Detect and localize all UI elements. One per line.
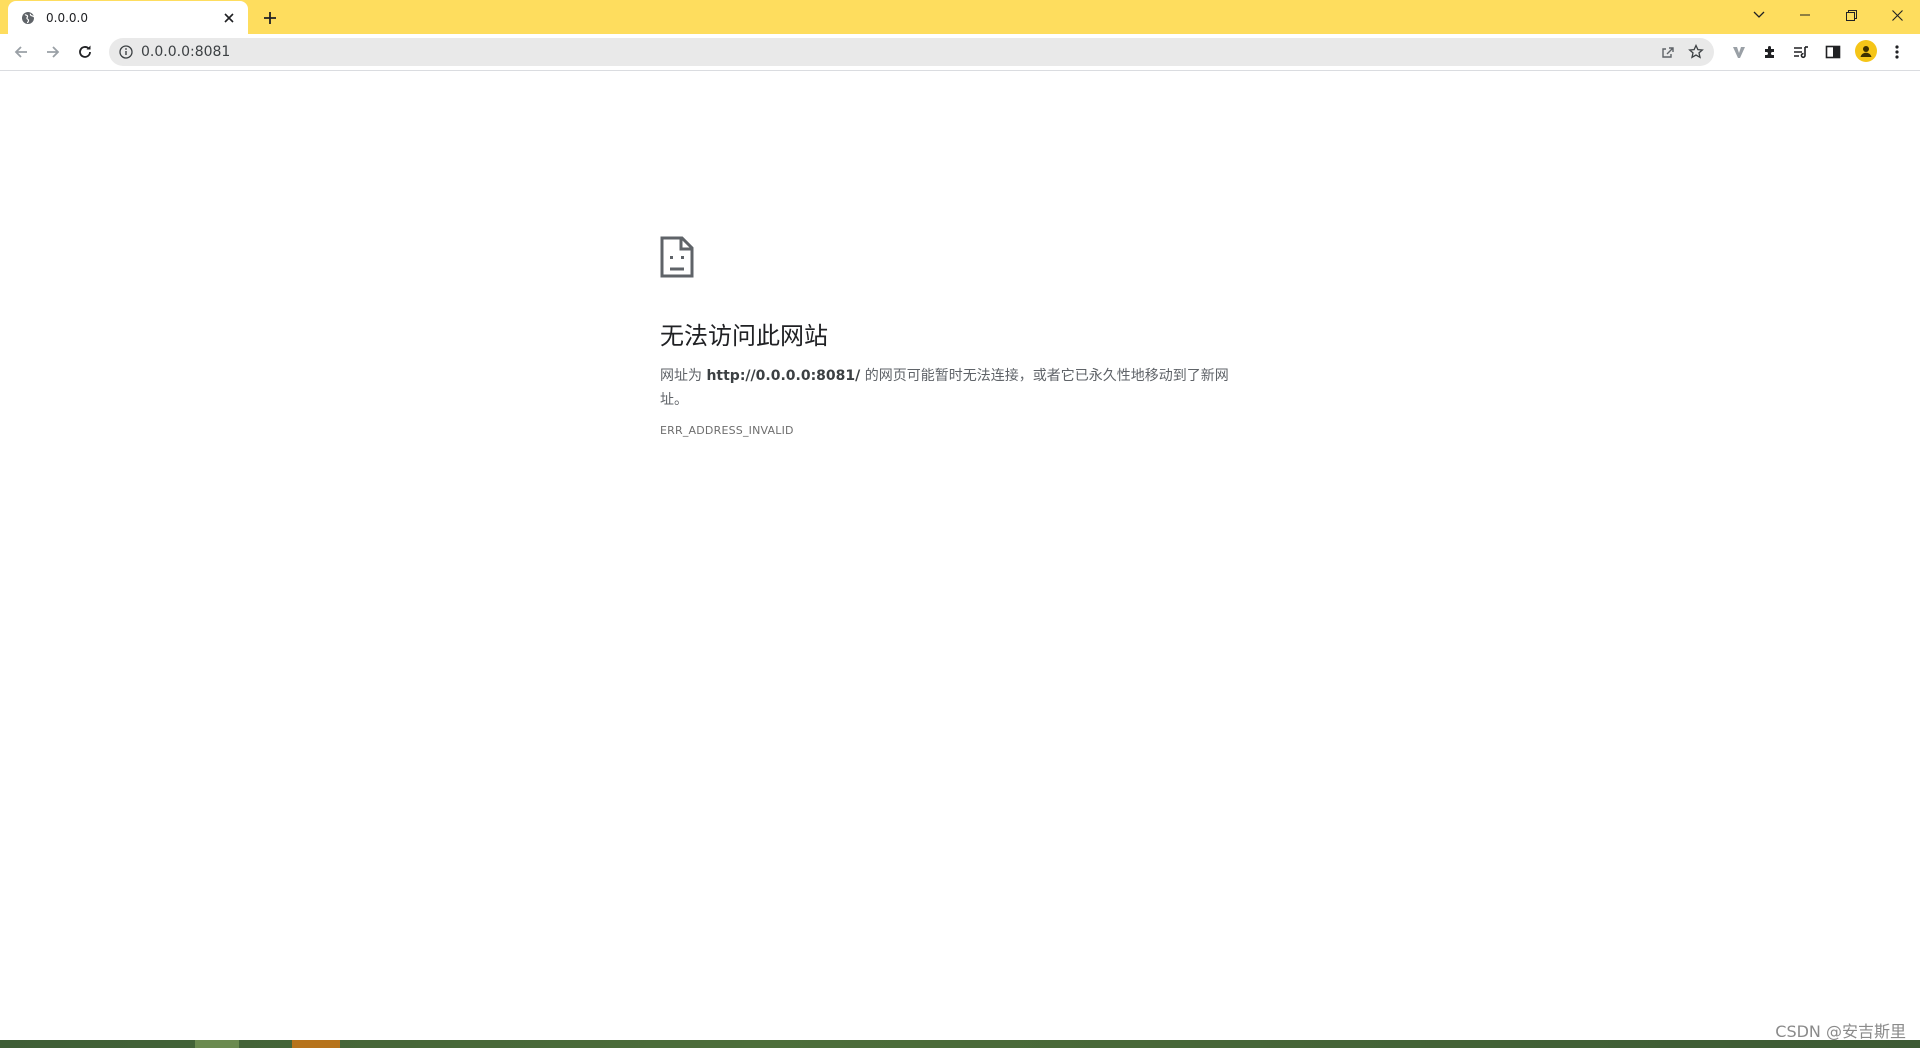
menu-button[interactable]	[1884, 39, 1910, 65]
avatar[interactable]	[1855, 40, 1877, 62]
browser-toolbar: 0.0.0.0:8081	[0, 34, 1920, 71]
taskbar-item[interactable]	[195, 1040, 239, 1048]
taskbar-item[interactable]	[292, 1040, 340, 1048]
arrow-right-icon	[47, 46, 60, 58]
minimize-icon	[1800, 14, 1810, 16]
arrow-left-icon	[14, 46, 27, 58]
tab-title: 0.0.0.0	[46, 10, 88, 25]
browser-tab[interactable]: 0.0.0.0	[8, 1, 248, 34]
back-button[interactable]	[8, 39, 34, 65]
error-content: 无法访问此网站 网址为 http://0.0.0.0:8081/ 的网页可能暂时…	[660, 236, 1260, 437]
new-tab-button[interactable]	[258, 6, 282, 30]
side-panel-icon[interactable]	[1820, 39, 1846, 65]
url-text[interactable]: 0.0.0.0:8081	[141, 38, 1541, 66]
puzzle-icon[interactable]	[1757, 39, 1783, 65]
summary-prefix: 网址为	[660, 368, 707, 384]
tab-search-button[interactable]	[1736, 0, 1782, 30]
share-icon[interactable]	[1658, 42, 1678, 62]
tab-strip: 0.0.0.0	[0, 0, 1920, 34]
restore-button[interactable]	[1828, 0, 1874, 30]
reload-icon	[79, 45, 91, 58]
reading-list-icon[interactable]	[1788, 39, 1814, 65]
error-heading: 无法访问此网站	[660, 322, 828, 350]
error-code: ERR_ADDRESS_INVALID	[660, 424, 794, 437]
chevron-down-icon	[1753, 11, 1765, 18]
plus-icon	[264, 12, 276, 24]
sad-page-icon	[660, 236, 694, 278]
vivaldi-v-icon[interactable]	[1726, 39, 1752, 65]
avatar-icon	[1860, 46, 1872, 57]
summary-url: http://0.0.0.0:8081/	[706, 368, 861, 384]
error-summary: 网址为 http://0.0.0.0:8081/ 的网页可能暂时无法连接，或者它…	[660, 364, 1250, 412]
restore-icon	[1845, 9, 1857, 21]
close-icon[interactable]	[220, 9, 238, 27]
forward-button[interactable]	[40, 39, 66, 65]
reload-button[interactable]	[72, 39, 98, 65]
star-icon[interactable]	[1686, 42, 1706, 62]
minimize-button[interactable]	[1782, 0, 1828, 30]
close-icon	[1891, 9, 1903, 21]
kebab-menu-icon	[1895, 45, 1899, 59]
info-icon[interactable]	[117, 43, 135, 61]
watermark: CSDN @安吉斯里	[1775, 1022, 1906, 1041]
close-window-button[interactable]	[1874, 0, 1920, 30]
address-bar[interactable]: 0.0.0.0:8081	[109, 38, 1714, 66]
globe-icon	[20, 10, 36, 26]
taskbar-strip	[0, 1040, 1920, 1048]
